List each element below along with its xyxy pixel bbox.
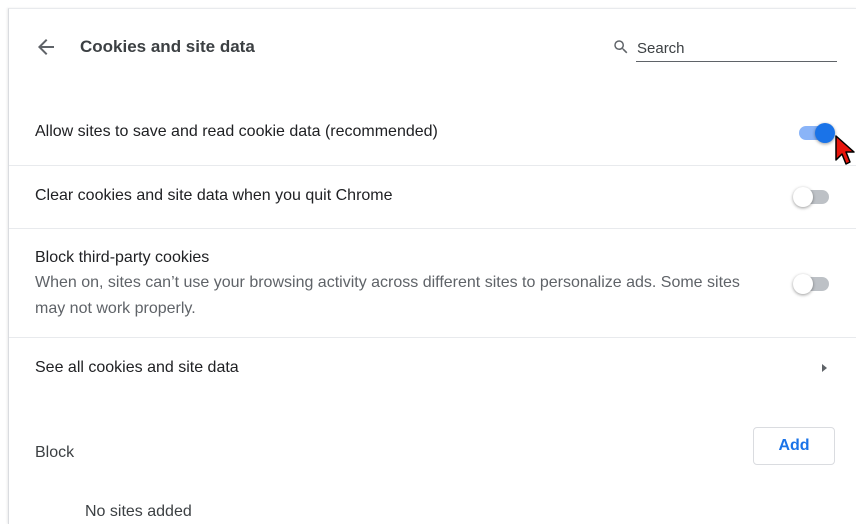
see-all-cookies-row[interactable]: See all cookies and site data: [9, 338, 856, 398]
allow-cookies-toggle[interactable]: [797, 122, 835, 143]
setting-row-clear-on-quit: Clear cookies and site data when you qui…: [9, 166, 856, 229]
search-input[interactable]: [636, 35, 837, 62]
chevron-right-icon[interactable]: [819, 362, 829, 374]
no-sites-text: No sites added: [85, 503, 192, 520]
add-block-site-button[interactable]: Add: [753, 427, 835, 465]
toggle-knob: [793, 274, 813, 294]
page-title: Cookies and site data: [80, 37, 255, 56]
settings-page: Cookies and site data Allow sites to sav…: [8, 8, 856, 524]
clear-on-quit-toggle[interactable]: [793, 186, 829, 207]
setting-label: Block third-party cookies: [35, 249, 210, 266]
toggle-knob: [815, 123, 835, 143]
setting-description: When on, sites can’t use your browsing a…: [35, 274, 740, 317]
page-header: Cookies and site data: [9, 9, 856, 85]
mouse-cursor-icon: [835, 135, 855, 165]
setting-label: Clear cookies and site data when you qui…: [35, 187, 393, 204]
search-icon: [614, 40, 628, 54]
setting-row-allow-cookies: Allow sites to save and read cookie data…: [9, 99, 856, 166]
see-all-cookies-label: See all cookies and site data: [35, 359, 239, 376]
arrow-back-icon[interactable]: [34, 35, 58, 59]
setting-row-block-third-party: Block third-party cookies When on, sites…: [9, 229, 856, 338]
setting-label: Allow sites to save and read cookie data…: [35, 123, 438, 140]
toggle-knob: [793, 187, 813, 207]
block-section-title: Block: [35, 444, 75, 461]
block-third-party-toggle[interactable]: [793, 273, 829, 294]
